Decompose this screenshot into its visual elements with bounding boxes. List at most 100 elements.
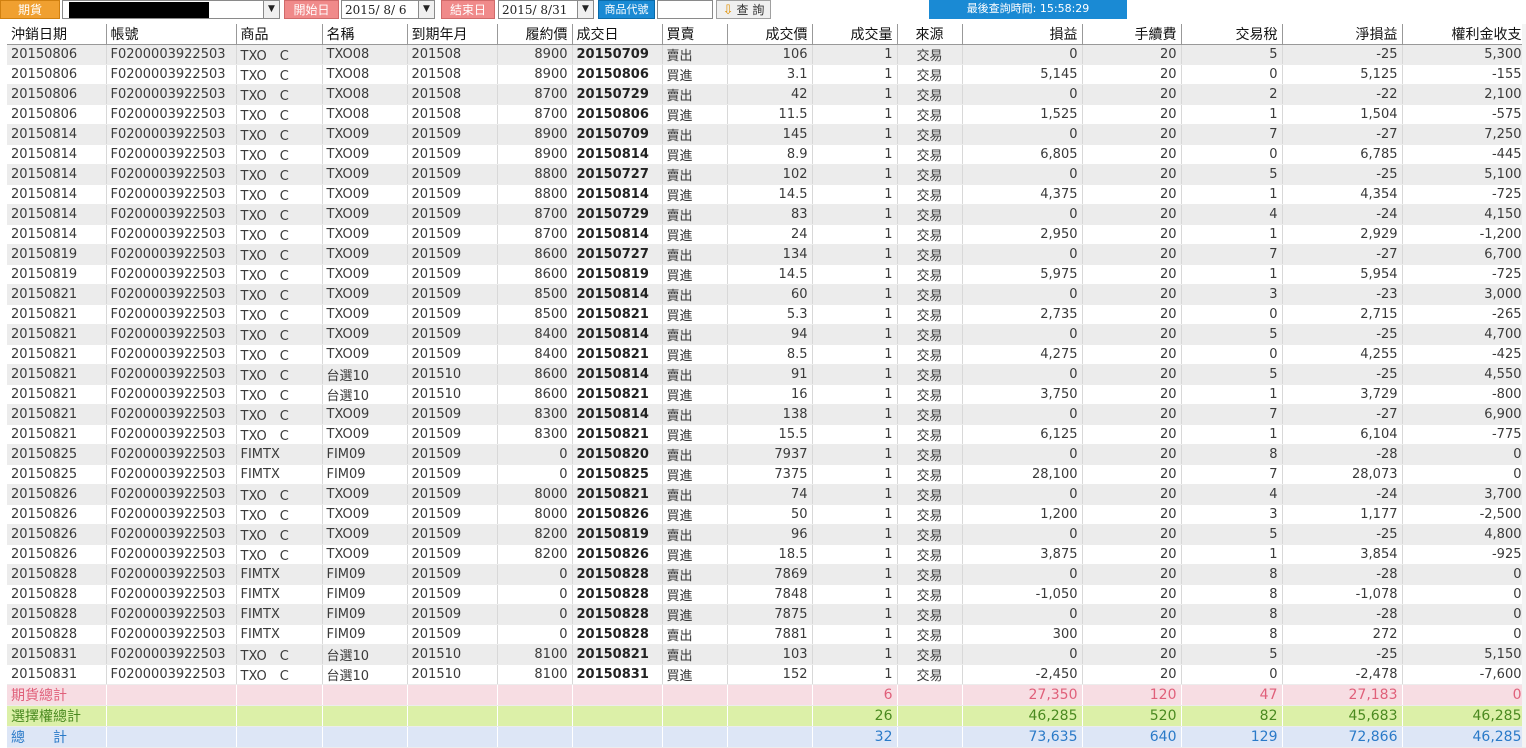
col-header[interactable]: 履約價 xyxy=(497,24,573,45)
table-cell: F0200003922503 xyxy=(106,284,237,305)
col-header[interactable]: 損益 xyxy=(962,24,1083,45)
table-row[interactable]: 20150825 F0200003922503 FIMTX FIM09 201509 0 2… xyxy=(7,444,1526,465)
table-cell: 交易 xyxy=(897,504,963,525)
table-row[interactable]: 20150814 F0200003922503 TXO C TXO09 201509 87… xyxy=(7,224,1526,245)
table-cell: 20 xyxy=(1082,264,1182,285)
table-row[interactable]: 20150826 F0200003922503 TXO C TXO09 201509 82… xyxy=(7,524,1526,545)
table-cell: 20150826 xyxy=(572,504,663,525)
table-row[interactable]: 20150821 F0200003922503 TXO C TXO09 201509 83… xyxy=(7,424,1526,445)
table-cell: 賣出 xyxy=(662,44,728,65)
table-row[interactable]: 20150828 F0200003922503 FIMTX FIM09 201509 0 2… xyxy=(7,604,1526,625)
table-cell: -28 xyxy=(1282,444,1403,465)
table-cell: 5 xyxy=(1181,164,1283,185)
table-cell: TXO C xyxy=(236,104,323,125)
table-cell: 賣出 xyxy=(662,564,728,585)
table-cell: 4,354 xyxy=(1282,184,1403,205)
table-cell: 15.5 xyxy=(727,424,813,445)
col-header[interactable]: 成交量 xyxy=(812,24,898,45)
table-cell: 賣出 xyxy=(662,524,728,545)
total-cell xyxy=(497,684,573,706)
col-header[interactable]: 權利金收支 xyxy=(1402,24,1526,45)
table-row[interactable]: 20150826 F0200003922503 TXO C TXO09 201509 80… xyxy=(7,504,1526,525)
total-cell xyxy=(407,705,498,727)
table-row[interactable]: 20150821 F0200003922503 TXO C TXO09 201509 83… xyxy=(7,404,1526,425)
table-cell: 8000 xyxy=(497,484,573,505)
end-date-value: 2015/ 8/31 xyxy=(502,3,568,17)
table-cell: 1 xyxy=(812,404,898,425)
account-select[interactable]: ▼ xyxy=(62,0,280,19)
total-cell: 46,285 xyxy=(1402,705,1526,727)
end-date-picker[interactable]: 2015/ 8/31 ▼ xyxy=(498,0,594,19)
table-cell: 買進 xyxy=(662,104,728,125)
table-cell: TXO C xyxy=(236,664,323,685)
table-row[interactable]: 20150806 F0200003922503 TXO C TXO08 201508 89… xyxy=(7,44,1526,65)
col-header[interactable]: 買賣 xyxy=(662,24,728,45)
table-row[interactable]: 20150819 F0200003922503 TXO C TXO09 201509 86… xyxy=(7,244,1526,265)
vertical-scrollbar[interactable] xyxy=(1522,24,1526,747)
market-tab[interactable]: 期貨 xyxy=(0,0,60,19)
col-header[interactable]: 帳號 xyxy=(106,24,237,45)
table-row[interactable]: 20150826 F0200003922503 TXO C TXO09 201509 80… xyxy=(7,484,1526,505)
table-cell: 20 xyxy=(1082,484,1182,505)
table-row[interactable]: 20150814 F0200003922503 TXO C TXO09 201509 89… xyxy=(7,124,1526,145)
table-cell: -265 xyxy=(1402,304,1526,325)
table-cell: -1,050 xyxy=(962,584,1083,605)
table-row[interactable]: 20150831 F0200003922503 TXO C 台選10 201510 810… xyxy=(7,644,1526,665)
table-cell: TXO C xyxy=(236,264,323,285)
table-row[interactable]: 20150831 F0200003922503 TXO C 台選10 201510 810… xyxy=(7,664,1526,685)
table-cell: 20150709 xyxy=(572,44,663,65)
col-header[interactable]: 成交日 xyxy=(572,24,663,45)
col-header[interactable]: 名稱 xyxy=(322,24,408,45)
chevron-down-icon[interactable]: ▼ xyxy=(577,1,593,18)
query-button[interactable]: ⇩ 查 詢 xyxy=(716,0,771,19)
table-row[interactable]: 20150821 F0200003922503 TXO C TXO09 201509 85… xyxy=(7,304,1526,325)
table-cell: TXO08 xyxy=(322,44,408,65)
table-row[interactable]: 20150821 F0200003922503 TXO C 台選10 201510 860… xyxy=(7,364,1526,385)
table-row[interactable]: 20150828 F0200003922503 FIMTX FIM09 201509 0 2… xyxy=(7,624,1526,645)
total-cell: 73,635 xyxy=(962,726,1083,748)
table-row[interactable]: 20150814 F0200003922503 TXO C TXO09 201509 88… xyxy=(7,164,1526,185)
table-cell: 買進 xyxy=(662,184,728,205)
table-cell: 買進 xyxy=(662,344,728,365)
table-cell: 20 xyxy=(1082,604,1182,625)
table-row[interactable]: 20150825 F0200003922503 FIMTX FIM09 201509 0 2… xyxy=(7,464,1526,485)
table-row[interactable]: 20150806 F0200003922503 TXO C TXO08 201508 87… xyxy=(7,84,1526,105)
table-cell: 134 xyxy=(727,244,813,265)
table-row[interactable]: 20150821 F0200003922503 TXO C TXO09 201509 84… xyxy=(7,324,1526,345)
table-cell: 20 xyxy=(1082,244,1182,265)
table-row[interactable]: 20150806 F0200003922503 TXO C TXO08 201508 87… xyxy=(7,104,1526,125)
table-cell: 交易 xyxy=(897,284,963,305)
table-row[interactable]: 20150814 F0200003922503 TXO C TXO09 201509 87… xyxy=(7,204,1526,225)
start-date-picker[interactable]: 2015/ 8/ 6 ▼ xyxy=(341,0,435,19)
col-header[interactable]: 沖銷日期 xyxy=(7,24,107,45)
table-cell: 300 xyxy=(962,624,1083,645)
col-header[interactable]: 手續費 xyxy=(1082,24,1182,45)
col-header[interactable]: 來源 xyxy=(897,24,963,45)
table-row[interactable]: 20150814 F0200003922503 TXO C TXO09 201509 89… xyxy=(7,144,1526,165)
table-cell: -925 xyxy=(1402,544,1526,565)
table-cell: 20150729 xyxy=(572,84,663,105)
col-header[interactable]: 商品 xyxy=(236,24,323,45)
table-row[interactable]: 20150814 F0200003922503 TXO C TXO09 201509 88… xyxy=(7,184,1526,205)
table-row[interactable]: 20150828 F0200003922503 FIMTX FIM09 201509 0 2… xyxy=(7,564,1526,585)
col-header[interactable]: 成交價 xyxy=(727,24,813,45)
chevron-down-icon[interactable]: ▼ xyxy=(263,1,279,18)
col-header[interactable]: 交易稅 xyxy=(1181,24,1283,45)
table-row[interactable]: 20150821 F0200003922503 TXO C TXO09 201509 84… xyxy=(7,344,1526,365)
start-date-label: 開始日 xyxy=(284,0,339,19)
table-row[interactable]: 20150821 F0200003922503 TXO C 台選10 201510 860… xyxy=(7,384,1526,405)
table-row[interactable]: 20150821 F0200003922503 TXO C TXO09 201509 85… xyxy=(7,284,1526,305)
table-cell: TXO C xyxy=(236,224,323,245)
table-row[interactable]: 20150819 F0200003922503 TXO C TXO09 201509 86… xyxy=(7,264,1526,285)
product-code-input[interactable] xyxy=(657,0,713,19)
chevron-down-icon[interactable]: ▼ xyxy=(418,1,434,18)
table-cell: 20150819 xyxy=(7,264,107,285)
col-header[interactable]: 淨損益 xyxy=(1282,24,1403,45)
table-cell: 201509 xyxy=(407,324,498,345)
table-cell: 買進 xyxy=(662,144,728,165)
col-header[interactable]: 到期年月 xyxy=(407,24,498,45)
table-cell: 6,900 xyxy=(1402,404,1526,425)
table-row[interactable]: 20150828 F0200003922503 FIMTX FIM09 201509 0 2… xyxy=(7,584,1526,605)
table-row[interactable]: 20150826 F0200003922503 TXO C TXO09 201509 82… xyxy=(7,544,1526,565)
table-row[interactable]: 20150806 F0200003922503 TXO C TXO08 201508 89… xyxy=(7,64,1526,85)
